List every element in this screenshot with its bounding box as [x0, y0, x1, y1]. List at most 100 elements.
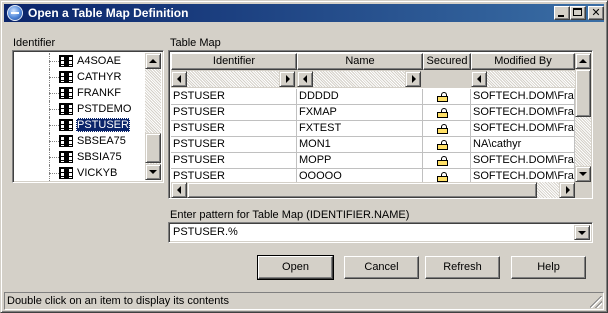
tree-item-label: FRANKF [77, 87, 121, 99]
app-icon [7, 5, 23, 21]
column-header-secured[interactable]: Secured [423, 53, 471, 70]
name-scroll-left[interactable] [297, 71, 313, 87]
table-map-grid[interactable]: Identifier Name Secured Modified By PSTU… [168, 50, 593, 199]
tree-scroll-track[interactable] [145, 69, 161, 164]
column-scroll-modified-by[interactable] [471, 70, 575, 88]
window-title: Open a Table Map Definition [28, 6, 189, 20]
dialog-window: Open a Table Map Definition ✕ Identifier… [0, 0, 608, 313]
column-header-name[interactable]: Name [297, 53, 423, 70]
identifier-label: Identifier [13, 37, 56, 49]
tree-item[interactable]: CATHYR [15, 69, 145, 85]
database-icon [59, 135, 73, 147]
database-icon [59, 103, 73, 115]
tree-item-label: A4SOAE [77, 55, 122, 67]
database-icon [59, 55, 73, 67]
column-scroll-secured [423, 70, 471, 88]
tree-item-label: PSTUSER [76, 118, 130, 132]
tree-item-label: SBSIA75 [77, 151, 122, 163]
identifier-scroll-right[interactable] [279, 71, 295, 87]
table-map-label: Table Map [170, 37, 221, 49]
tree-connector-branch [49, 61, 59, 62]
tree-item[interactable]: SBSIA75 [15, 149, 145, 165]
tree-item-label: VICKYB [77, 167, 118, 179]
tree-scroll-thumb[interactable] [145, 133, 161, 163]
cell-identifier: PSTUSER [171, 121, 297, 137]
pattern-combobox[interactable]: PSTUSER.% [168, 222, 593, 243]
lock-icon [437, 92, 448, 102]
tree-connector-branch [49, 125, 59, 126]
cancel-button[interactable]: Cancel [344, 256, 419, 279]
maximize-button[interactable] [570, 6, 586, 20]
table-row[interactable]: PSTUSER FXMAP SOFTECH.DOM\Frank [171, 105, 575, 121]
column-header-identifier[interactable]: Identifier [171, 53, 297, 70]
database-icon [59, 87, 73, 99]
modified-by-scroll-track[interactable] [487, 71, 575, 87]
column-scroll-identifier[interactable] [171, 70, 297, 88]
identifier-scroll-left[interactable] [171, 71, 187, 87]
tree-connector-branch [49, 173, 59, 174]
column-header-modified-by[interactable]: Modified By [471, 53, 575, 70]
modified-by-scroll-left[interactable] [471, 71, 487, 87]
table-row[interactable]: PSTUSER MON1 NA\cathyr [171, 137, 575, 153]
tree-items-container: A4SOAE CATHYR FRANKF PSTDEMO PSTUSER SBSEA75 S… [15, 53, 145, 181]
database-icon [59, 119, 73, 131]
table-row[interactable]: PSTUSER DDDDD SOFTECH.DOM\Frank [171, 89, 575, 105]
cell-modified-by: SOFTECH.DOM\Frank [471, 89, 575, 105]
lock-icon [437, 156, 448, 166]
cell-name: DDDDD [297, 89, 423, 105]
lock-icon [437, 108, 448, 118]
cell-modified-by: SOFTECH.DOM\Frank [471, 169, 575, 182]
refresh-button[interactable]: Refresh [425, 256, 500, 279]
table-row[interactable]: PSTUSER MOPP SOFTECH.DOM\Frank [171, 153, 575, 169]
resize-grip[interactable] [590, 296, 602, 308]
cell-modified-by: SOFTECH.DOM\Frank [471, 121, 575, 137]
table-row[interactable]: PSTUSER OOOOO SOFTECH.DOM\Frank [171, 169, 575, 182]
tree-connector-branch [49, 141, 59, 142]
grid-scroll-track[interactable] [575, 69, 591, 166]
column-scroll-name[interactable] [297, 70, 423, 88]
open-button[interactable]: Open [257, 255, 334, 280]
help-button[interactable]: Help [511, 256, 586, 279]
grid-scroll-up-button[interactable] [575, 53, 591, 69]
cell-secured [423, 89, 471, 105]
lock-icon [437, 172, 448, 182]
grid-hscroll-track[interactable] [187, 182, 559, 198]
cell-identifier: PSTUSER [171, 89, 297, 105]
grid-scroll-thumb[interactable] [575, 69, 591, 117]
tree-item[interactable]: PSTDEMO [15, 101, 145, 117]
cell-identifier: PSTUSER [171, 105, 297, 121]
pattern-dropdown-button[interactable] [574, 225, 590, 240]
name-scroll-track[interactable] [313, 71, 405, 87]
grid-scroll-right-button[interactable] [559, 182, 575, 198]
cell-modified-by: SOFTECH.DOM\Frank [471, 105, 575, 121]
title-bar[interactable]: Open a Table Map Definition ✕ [4, 4, 604, 22]
table-row[interactable]: PSTUSER FXTEST SOFTECH.DOM\Frank [171, 121, 575, 137]
tree-item-label: SBSEA75 [77, 135, 126, 147]
pattern-input[interactable]: PSTUSER.% [173, 225, 238, 239]
status-bar: Double click on an item to display its c… [4, 292, 604, 310]
tree-item[interactable]: VICKYB [15, 165, 145, 181]
identifier-scroll-track[interactable] [187, 71, 279, 87]
tree-connector-branch [49, 93, 59, 94]
grid-scroll-left-button[interactable] [171, 182, 187, 198]
cell-secured [423, 137, 471, 153]
tree-scroll-up-button[interactable] [145, 53, 161, 69]
tree-item[interactable]: PSTUSER [15, 117, 145, 133]
tree-item[interactable]: A4SOAE [15, 53, 145, 69]
identifier-tree[interactable]: A4SOAE CATHYR FRANKF PSTDEMO PSTUSER SBSEA75 S… [12, 50, 164, 183]
tree-scroll-down-button[interactable] [145, 164, 161, 180]
tree-item[interactable]: SBSEA75 [15, 133, 145, 149]
cell-name: MOPP [297, 153, 423, 169]
minimize-button[interactable] [554, 6, 570, 20]
cell-modified-by: SOFTECH.DOM\Frank [471, 153, 575, 169]
cell-secured [423, 153, 471, 169]
database-icon [59, 167, 73, 179]
name-scroll-right[interactable] [405, 71, 421, 87]
tree-item-label: PSTDEMO [77, 103, 132, 115]
grid-scroll-down-button[interactable] [575, 166, 591, 182]
grid-hscroll-thumb[interactable] [187, 182, 537, 198]
cell-secured [423, 169, 471, 182]
tree-item[interactable]: FRANKF [15, 85, 145, 101]
close-button[interactable]: ✕ [588, 6, 604, 20]
cell-name: MON1 [297, 137, 423, 153]
